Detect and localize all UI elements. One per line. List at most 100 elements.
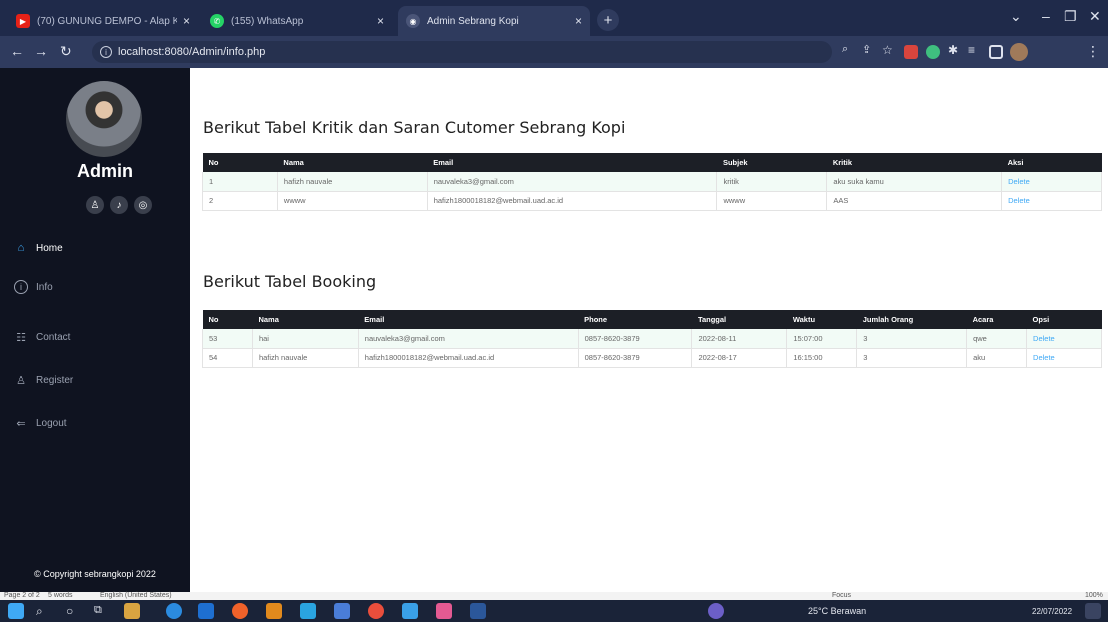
- table-cell: wwww: [716, 191, 828, 211]
- zoom-icon[interactable]: ⌕: [842, 43, 848, 56]
- tab-youtube[interactable]: ▶ (70) GUNUNG DEMPO - Alap Ko... ×: [8, 6, 198, 36]
- tab-title: Admin Sebrang Kopi: [427, 15, 519, 27]
- booking-table: No Nama Email Phone Tanggal Waktu Jumlah Orang…: [202, 310, 1102, 368]
- sidebar-item-label: Logout: [36, 417, 67, 429]
- restore-icon[interactable]: ❐: [1064, 8, 1077, 25]
- close-window-icon[interactable]: ✕: [1089, 8, 1101, 25]
- column-header: Subjek: [716, 153, 827, 172]
- column-header: Nama: [277, 153, 428, 172]
- logout-icon: ⇐: [16, 417, 26, 430]
- mail-icon[interactable]: [198, 603, 214, 619]
- address-bar-row: ← → ↻ i localhost:8080/Admin/info.php ⌕ …: [0, 36, 1108, 68]
- profile-avatar-icon[interactable]: [1010, 43, 1028, 61]
- sidebar-item-info[interactable]: i Info: [14, 280, 53, 294]
- kebab-menu-icon[interactable]: ⋮: [1086, 43, 1100, 60]
- delete-link[interactable]: Delete: [1026, 348, 1102, 368]
- zoom-level[interactable]: 100%: [1085, 592, 1103, 599]
- table-cell: hafizh1800018182@webmail.uad.ac.id: [358, 348, 579, 368]
- date-text[interactable]: 22/07/2022: [1032, 607, 1072, 616]
- tiktok-icon[interactable]: ♪: [110, 196, 128, 214]
- tab-title: (155) WhatsApp: [231, 15, 304, 27]
- tab-title: (70) GUNUNG DEMPO - Alap Ko...: [37, 15, 177, 27]
- social-links: ♙ ♪ ◎: [86, 196, 152, 214]
- sidebar-item-home[interactable]: ⌂ Home: [14, 241, 63, 255]
- extension-green-icon[interactable]: [926, 45, 940, 59]
- focus-button[interactable]: Focus: [832, 592, 851, 599]
- user-icon[interactable]: ♙: [86, 196, 104, 214]
- column-header: No: [202, 153, 278, 172]
- close-icon[interactable]: ×: [183, 14, 190, 28]
- cortana-icon[interactable]: ○: [66, 604, 73, 618]
- word-icon[interactable]: [470, 603, 486, 619]
- new-tab-button[interactable]: +: [597, 9, 619, 31]
- notification-icon[interactable]: [1085, 603, 1101, 619]
- booking-title: Berikut Tabel Booking: [203, 272, 377, 291]
- table-cell: hai: [252, 329, 359, 349]
- column-header: Phone: [578, 310, 692, 329]
- vscode-icon[interactable]: [300, 603, 316, 619]
- chrome-icon[interactable]: [368, 603, 384, 619]
- instagram-icon[interactable]: ◎: [134, 196, 152, 214]
- delete-link[interactable]: Delete: [1001, 191, 1102, 211]
- reload-icon[interactable]: ↻: [60, 43, 72, 60]
- url-input[interactable]: i localhost:8080/Admin/info.php: [92, 41, 832, 63]
- chevron-down-icon[interactable]: ⌄: [1010, 8, 1022, 25]
- file-explorer-icon[interactable]: [124, 603, 140, 619]
- table-cell: hafizh nauvale: [252, 348, 359, 368]
- forward-arrow-icon[interactable]: →: [34, 43, 48, 59]
- sidebar: Admin ♙ ♪ ◎ ⌂ Home i Info ☷ Contact ♙ Re…: [0, 68, 190, 592]
- side-panel-icon[interactable]: [989, 45, 1003, 59]
- back-arrow-icon[interactable]: ←: [10, 43, 24, 59]
- contact-icon: ☷: [16, 331, 26, 344]
- close-icon[interactable]: ×: [377, 14, 384, 28]
- share-icon[interactable]: ⇪: [862, 43, 871, 56]
- browser-tab-strip: ▶ (70) GUNUNG DEMPO - Alap Ko... × ✆ (15…: [0, 0, 1108, 36]
- reading-list-icon[interactable]: ≡: [968, 43, 975, 57]
- table-cell: 15:07:00: [786, 329, 858, 349]
- search-icon[interactable]: ⌕: [36, 604, 43, 619]
- table-cell: aku suka kamu: [826, 172, 1003, 192]
- column-header: Aksi: [1001, 153, 1102, 172]
- table-cell: 2: [202, 191, 278, 211]
- minimize-icon[interactable]: –: [1042, 8, 1050, 24]
- table-cell: wwww: [277, 191, 428, 211]
- sidebar-item-logout[interactable]: ⇐ Logout: [14, 416, 67, 430]
- url-text: localhost:8080/Admin/info.php: [118, 46, 266, 58]
- task-view-icon[interactable]: ⧉: [94, 604, 102, 617]
- weather-text[interactable]: 25°C Berawan: [808, 606, 866, 616]
- table-cell: kritik: [716, 172, 828, 192]
- vlc-icon[interactable]: [402, 603, 418, 619]
- teams-icon[interactable]: [334, 603, 350, 619]
- delete-link[interactable]: Delete: [1001, 172, 1102, 192]
- table-cell: 54: [202, 348, 253, 368]
- word-status-bar: Page 2 of 2 5 words English (United Stat…: [0, 592, 1108, 600]
- site-info-icon[interactable]: i: [100, 46, 112, 58]
- tab-whatsapp[interactable]: ✆ (155) WhatsApp ×: [202, 6, 392, 36]
- table-cell: qwe: [966, 329, 1028, 349]
- language-status[interactable]: English (United States): [100, 592, 172, 599]
- tab-admin-sebrang-kopi[interactable]: ◉ Admin Sebrang Kopi ×: [398, 6, 590, 36]
- star-icon[interactable]: ☆: [882, 43, 893, 57]
- column-header: Email: [358, 310, 579, 329]
- sublime-icon[interactable]: [266, 603, 282, 619]
- table-cell: 1: [202, 172, 278, 192]
- kritik-title: Berikut Tabel Kritik dan Saran Cutomer S…: [203, 118, 626, 137]
- youtube-icon: ▶: [16, 14, 30, 28]
- column-header: No: [202, 310, 253, 329]
- close-icon[interactable]: ×: [575, 14, 582, 28]
- windows-start-icon[interactable]: [8, 603, 24, 619]
- delete-link[interactable]: Delete: [1026, 329, 1102, 349]
- help-icon[interactable]: [708, 603, 724, 619]
- sidebar-item-label: Info: [36, 281, 53, 293]
- table-cell: 2022-08-11: [691, 329, 788, 349]
- photos-icon[interactable]: [436, 603, 452, 619]
- edge-icon[interactable]: [166, 603, 182, 619]
- puzzle-icon[interactable]: ✱: [948, 43, 958, 57]
- page-count: Page 2 of 2: [4, 592, 40, 599]
- sidebar-item-register[interactable]: ♙ Register: [14, 373, 73, 387]
- extension-abp-icon[interactable]: [904, 45, 918, 59]
- sidebar-item-contact[interactable]: ☷ Contact: [14, 330, 70, 344]
- sidebar-item-label: Register: [36, 374, 74, 386]
- firefox-icon[interactable]: [232, 603, 248, 619]
- word-count: 5 words: [48, 592, 73, 599]
